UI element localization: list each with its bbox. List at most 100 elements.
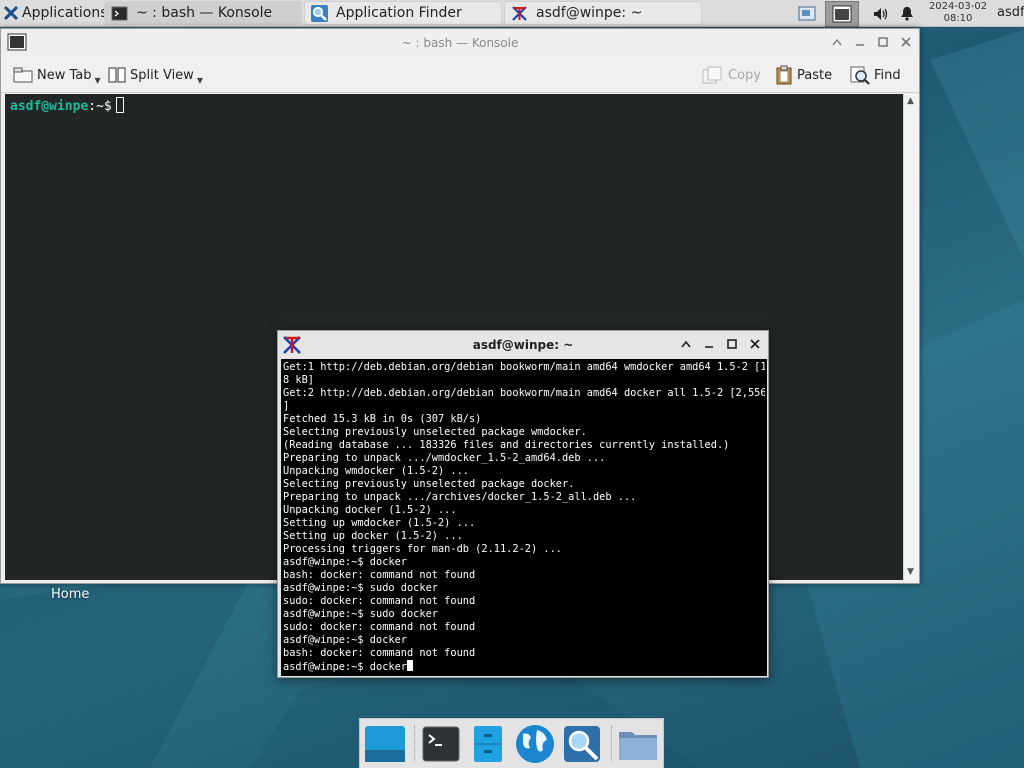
xterm-window: asdf@winpe: ~ Get:1 http://deb.debian.or… [277,330,769,678]
new-tab-button[interactable]: New Tab ▼ [13,64,101,86]
keep-above-button[interactable] [678,336,694,352]
terminal-output-line: asdf@winpe:~$ docker [283,556,407,568]
new-tab-icon [13,67,33,83]
desktop-home-label[interactable]: Home [51,587,89,602]
split-view-icon [108,67,126,83]
minimize-button[interactable] [701,336,717,352]
task-label: Application Finder [336,5,462,21]
task-label: ~ : bash — Konsole [136,5,273,21]
terminal-output-line: (Reading database ... 183326 files and d… [283,439,730,451]
xterm-icon [512,5,527,21]
maximize-button[interactable] [724,336,740,352]
find-label: Find [874,67,901,83]
app-finder-launcher[interactable] [560,722,603,766]
magnifier-icon [563,725,600,762]
terminal-output-line: Processing triggers for man-db (2.11.2-2… [283,543,562,555]
applications-menu-button[interactable]: Applications [0,0,112,27]
prompt-user: asdf@winpe [10,99,89,114]
volume-icon[interactable] [869,7,893,21]
xterm-title: asdf@winpe: ~ [472,338,574,352]
show-desktop-icon [364,725,405,762]
dock-separator [414,725,415,762]
find-button[interactable]: Find [850,64,901,86]
copy-label: Copy [728,67,761,83]
terminal-output-line: Unpacking wmdocker (1.5-2) ... [283,465,469,477]
terminal-output-line: Selecting previously unselected package … [283,426,587,438]
clock-time: 08:10 [943,13,973,24]
konsole-scrollbar[interactable]: ▲ ▼ [903,94,919,581]
terminal-output-line: Selecting previously unselected package … [283,478,575,490]
dropdown-arrow-icon: ▼ [196,75,203,85]
xfce-logo-icon [4,6,18,20]
copy-icon [702,66,722,84]
scroll-up-arrow-icon[interactable]: ▲ [907,96,914,106]
minimize-button[interactable] [852,34,868,50]
close-button[interactable] [898,34,914,50]
terminal-output-line: Preparing to unpack .../wmdocker_1.5-2_a… [283,452,606,464]
notification-bell-icon[interactable] [895,6,919,21]
web-browser-launcher[interactable] [513,722,556,766]
magnifier-icon [311,4,328,22]
window-icon [832,5,852,22]
applications-label: Applications [22,5,108,21]
split-view-label: Split View [130,67,194,83]
konsole-toolbar: New Tab ▼ Split View ▼ Copy Paste Find [1,57,919,93]
terminal-current-input: asdf@winpe:~$ docker [283,661,407,673]
terminal-current-line: asdf@winpe:~$ docker [283,660,765,673]
new-tab-label: New Tab [37,67,92,83]
prompt-path: :~$ [88,99,112,114]
task-xterm[interactable]: asdf@winpe: ~ [504,1,702,25]
terminal-icon [111,6,128,20]
task-label: asdf@winpe: ~ [536,5,643,21]
terminal-output-line: Unpacking docker (1.5-2) ... [283,504,457,516]
system-tray [795,0,919,27]
screen-icon [798,6,816,20]
dock-separator [611,725,612,762]
close-button[interactable] [747,336,763,352]
keep-above-button[interactable] [829,34,845,50]
user-menu[interactable]: asdf [997,5,1024,20]
task-app-finder[interactable]: Application Finder [304,1,502,25]
copy-button[interactable]: Copy [702,64,761,86]
file-cabinet-icon [473,725,502,762]
terminal-output-line: sudo: docker: command not found [283,595,476,607]
xterm-terminal-area[interactable]: Get:1 http://deb.debian.org/debian bookw… [281,359,767,676]
terminal-output-line: Get:1 http://deb.debian.org/debian bookw… [283,361,765,373]
panel-clock[interactable]: 2024-03-02 08:10 [925,1,991,25]
xterm-titlebar[interactable]: asdf@winpe: ~ [278,331,768,359]
workspace-switcher-2[interactable] [825,0,859,27]
folder-icon [618,731,657,760]
paste-button[interactable]: Paste [775,64,832,86]
split-view-button[interactable]: Split View ▼ [108,64,203,86]
terminal-output-line: asdf@winpe:~$ sudo docker [283,608,438,620]
dock [359,718,664,768]
clock-date: 2024-03-02 [928,1,988,12]
terminal-output-line: asdf@winpe:~$ sudo docker [283,582,438,594]
konsole-title: ~ : bash — Konsole [401,36,519,50]
globe-icon [515,724,554,763]
terminal-output-line: Setting up docker (1.5-2) ... [283,530,463,542]
file-manager-launcher[interactable] [466,722,509,766]
terminal-output-line: Fetched 15.3 kB in 0s (307 kB/s) [283,413,482,425]
workspace-switcher-1[interactable] [795,3,819,25]
konsole-prompt: asdf@winpe:~$ [10,97,124,114]
terminal-output-line: Preparing to unpack .../archives/docker_… [283,491,637,503]
show-desktop-launcher[interactable] [363,722,406,766]
paste-label: Paste [797,67,833,83]
terminal-output-line: 8 kB] [283,374,314,386]
paste-icon [776,65,792,85]
terminal-icon [422,726,459,761]
task-konsole[interactable]: ~ : bash — Konsole [104,1,302,25]
terminal-output-line: Get:2 http://deb.debian.org/debian bookw… [283,387,765,399]
terminal-output-line: ] [283,400,290,412]
scroll-down-arrow-icon[interactable]: ▼ [907,567,914,577]
konsole-titlebar[interactable]: ~ : bash — Konsole [1,29,919,57]
terminal-output-line: bash: docker: command not found [283,569,476,581]
maximize-button[interactable] [875,34,891,50]
terminal-output-line: sudo: docker: command not found [283,621,476,633]
dropdown-arrow-icon: ▼ [94,75,101,85]
terminal-cursor [407,660,413,671]
folder-launcher[interactable] [616,722,659,766]
terminal-launcher[interactable] [419,722,462,766]
terminal-output-line: asdf@winpe:~$ docker [283,634,407,646]
